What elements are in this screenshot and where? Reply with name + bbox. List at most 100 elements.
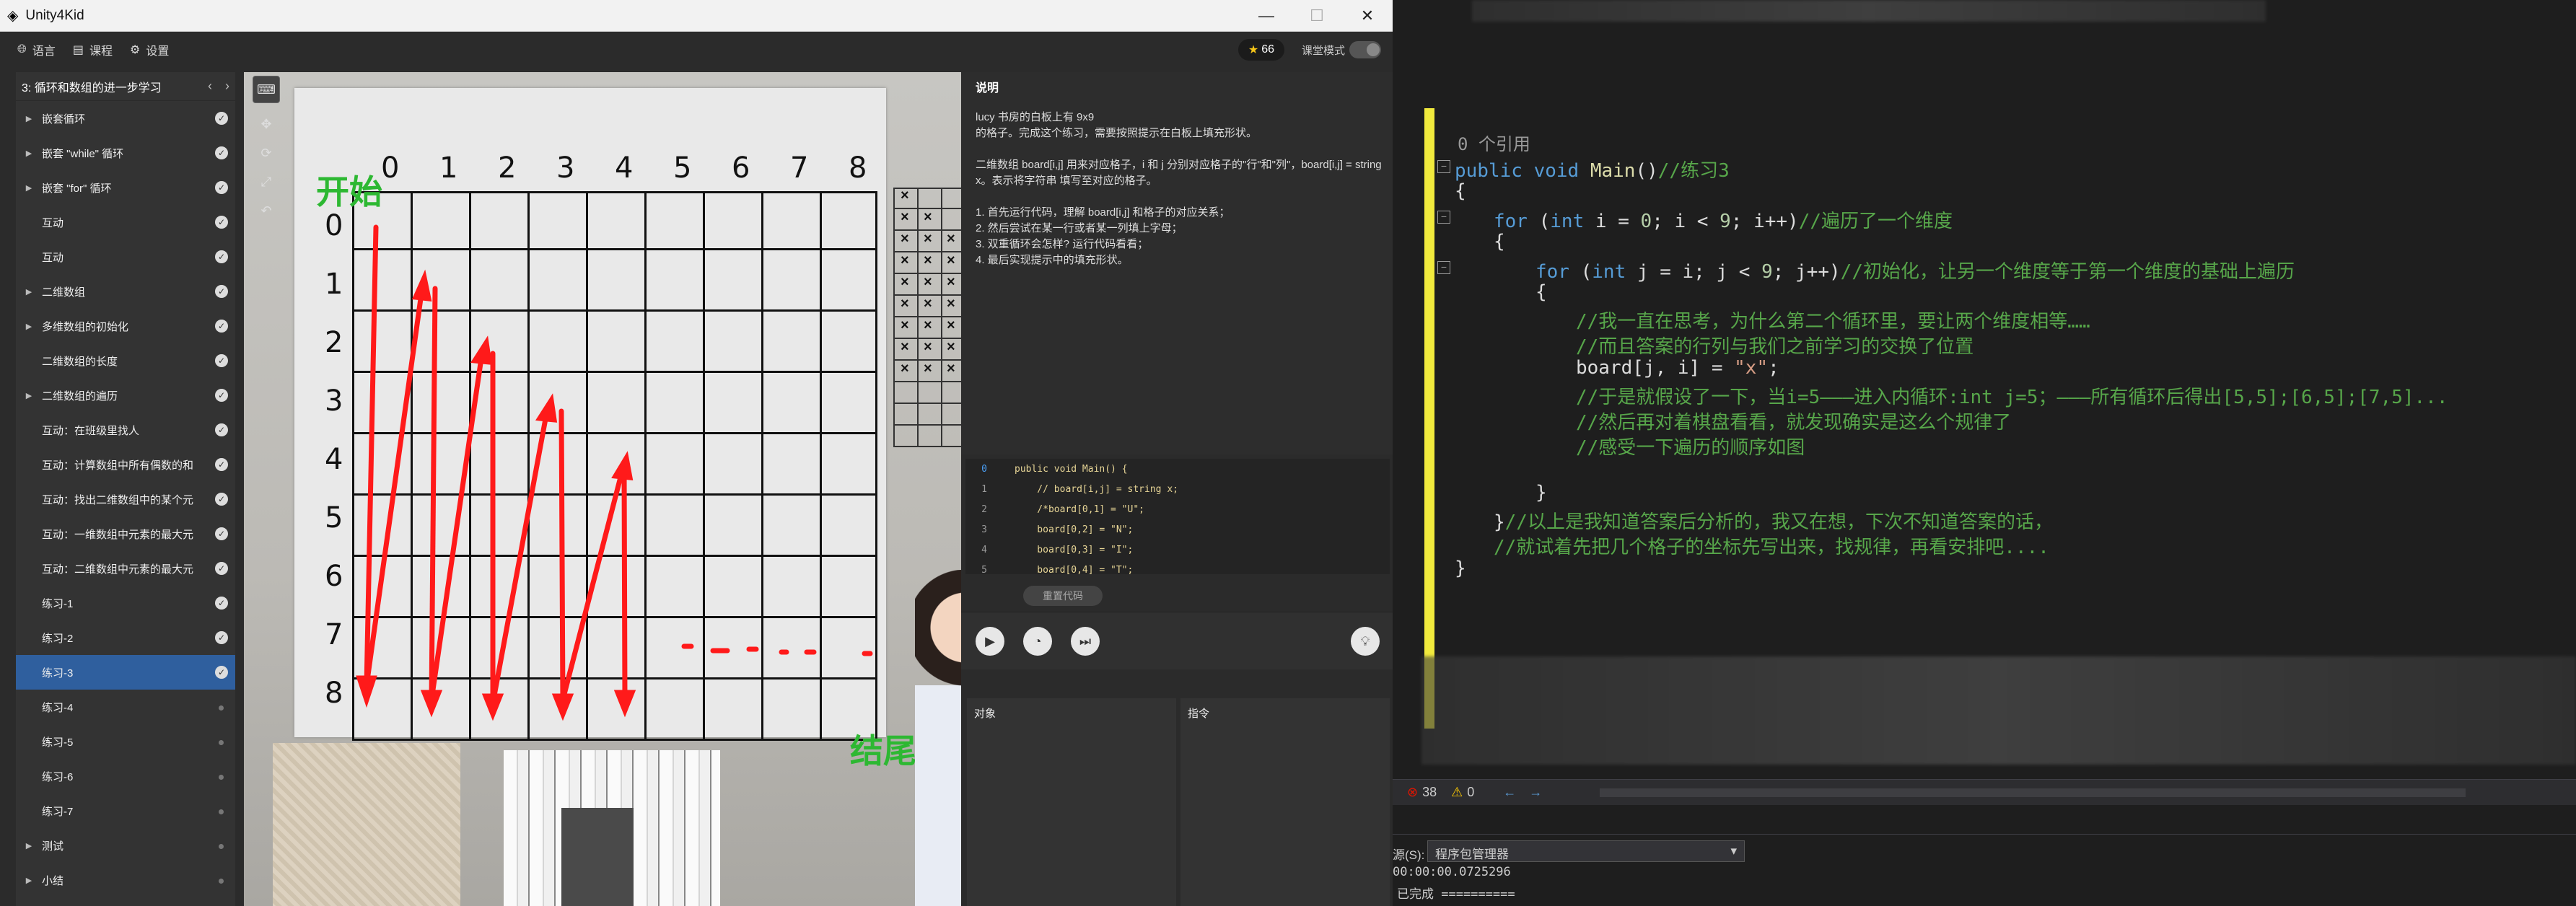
sidebar-item[interactable]: 互动：在班级里找人 ✓ bbox=[16, 413, 235, 447]
prev-chapter-icon[interactable]: ‹ bbox=[208, 79, 212, 94]
code-line-13[interactable]: } bbox=[1535, 482, 1547, 506]
keyboard-icon[interactable]: ⌨ bbox=[253, 76, 280, 103]
title-bar: ◈ Unity4Kid — ☐ ✕ bbox=[0, 0, 1393, 32]
code-line-15[interactable]: //就试着先把几个格子的坐标先写出来，找规律，再看安排吧.... bbox=[1494, 532, 2049, 558]
class-mode-label: 课堂模式 bbox=[1301, 45, 1345, 57]
output-done: 已完成 ========== bbox=[1397, 887, 1515, 902]
sidebar-item[interactable]: 练习-2 ✓ bbox=[16, 620, 235, 655]
sidebar-item[interactable]: 二维数组的长度 ✓ bbox=[16, 343, 235, 378]
sidebar-item[interactable]: ▶ 测试 bbox=[16, 828, 235, 863]
output-time: 00:00:00.0725296 bbox=[1393, 865, 1511, 879]
code-line-2[interactable]: { bbox=[1455, 180, 1466, 205]
sidebar-item[interactable]: 互动：计算数组中所有偶数的和 ✓ bbox=[16, 447, 235, 482]
rotate-icon[interactable]: ⟳ bbox=[253, 139, 280, 167]
complete-check-icon: ✓ bbox=[215, 423, 228, 436]
code-line[interactable]: 1 // board[i,j] = string x; bbox=[965, 479, 1390, 499]
complete-check-icon: ✓ bbox=[215, 389, 228, 402]
sidebar-item[interactable]: 练习-4 bbox=[16, 690, 235, 724]
code-line-16[interactable]: } bbox=[1455, 558, 1466, 582]
source-dropdown[interactable]: 程序包管理器 ▾ bbox=[1427, 840, 1745, 862]
code-line-3[interactable]: for (int i = 0; i < 9; i++)//遍历了一个维度 bbox=[1494, 206, 1953, 232]
unity-logo-icon: ◈ bbox=[7, 8, 19, 24]
sidebar-item[interactable]: ▶ 二维数组 ✓ bbox=[16, 274, 235, 309]
code-text: /*board[0,1] = "U"; bbox=[1015, 503, 1145, 515]
code-line-8[interactable]: //而且答案的行列与我们之前学习的交换了位置 bbox=[1576, 332, 1973, 358]
arrowhead bbox=[470, 335, 493, 365]
play-button[interactable]: ▶ bbox=[976, 627, 1004, 656]
sidebar-item[interactable]: 练习-3 ✓ bbox=[16, 655, 235, 690]
sidebar-item[interactable]: ▶ 小结 bbox=[16, 863, 235, 897]
sidebar-item[interactable]: 练习-5 bbox=[16, 724, 235, 759]
sidebar-item-label: 练习-7 bbox=[42, 805, 74, 818]
incomplete-dot-icon bbox=[219, 740, 224, 745]
scale-icon[interactable]: ⤢ bbox=[253, 168, 280, 195]
minimize-button[interactable]: — bbox=[1241, 0, 1292, 32]
dark-box bbox=[561, 808, 634, 906]
sidebar-item[interactable]: ▶ 嵌套循环 ✓ bbox=[16, 101, 235, 136]
code-line-12[interactable]: //感受一下遍历的顺序如图 bbox=[1576, 433, 1805, 459]
sidebar-item-label: 练习-4 bbox=[42, 701, 74, 714]
hint-button[interactable]: 💡︎ bbox=[1351, 627, 1380, 656]
step-button[interactable]: ◔ bbox=[1023, 627, 1052, 656]
expand-arrow-icon: ▶ bbox=[25, 391, 32, 400]
sidebar-item[interactable]: 练习-1 ✓ bbox=[16, 586, 235, 620]
code-line-9[interactable]: board[j, i] = "x"; bbox=[1576, 357, 1779, 382]
next-chapter-icon[interactable]: › bbox=[225, 79, 229, 94]
lucy-character bbox=[915, 570, 961, 906]
sidebar-item[interactable]: 练习-7 bbox=[16, 793, 235, 828]
chevron-down-icon: ▾ bbox=[1730, 844, 1737, 858]
sidebar-item[interactable]: ▶ 嵌套 "while" 循环 ✓ bbox=[16, 136, 235, 170]
sidebar-item[interactable]: 互动：二维数组中元素的最大元 ✓ bbox=[16, 551, 235, 586]
course-menu[interactable]: ▤ 课程 bbox=[73, 41, 113, 58]
fold-toggle[interactable]: − bbox=[1437, 211, 1450, 224]
sidebar-item[interactable]: 互动：找出二维数组中的某个元 ✓ bbox=[16, 482, 235, 516]
code-editor[interactable]: 0 public void Main() {1 // board[i,j] = s… bbox=[965, 459, 1390, 574]
undo-icon[interactable]: ↶ bbox=[253, 197, 280, 224]
class-mode-toggle[interactable] bbox=[1349, 41, 1381, 58]
warning-icon: ⚠ bbox=[1451, 785, 1463, 799]
code-line[interactable]: 3 board[0,2] = "N"; bbox=[965, 519, 1390, 540]
code-line[interactable]: 4 board[0,3] = "I"; bbox=[965, 540, 1390, 560]
sidebar-item-label: 互动：找出二维数组中的某个元 bbox=[42, 493, 194, 506]
sidebar-item[interactable]: 互动 ✓ bbox=[16, 239, 235, 274]
incomplete-dot-icon bbox=[219, 879, 224, 884]
skip-button[interactable]: ⏭ bbox=[1071, 627, 1100, 656]
move-icon[interactable]: ✥ bbox=[253, 110, 280, 138]
sidebar-item[interactable]: ▶ 嵌套 "for" 循环 ✓ bbox=[16, 170, 235, 205]
fold-toggle[interactable]: − bbox=[1437, 160, 1450, 173]
code-line-1[interactable]: public void Main()//练习3 bbox=[1455, 156, 1730, 182]
warning-count[interactable]: 0 bbox=[1467, 785, 1474, 800]
fold-toggle[interactable]: − bbox=[1437, 261, 1450, 274]
maximize-button[interactable]: ☐ bbox=[1292, 0, 1342, 32]
reference-count[interactable]: 0 个引用 bbox=[1458, 130, 1530, 154]
code-line[interactable]: 0 public void Main() { bbox=[965, 459, 1390, 479]
code-line-11[interactable]: //然后再对着棋盘看看，就发现确实是这么个规律了 bbox=[1576, 408, 2011, 434]
code-line-6[interactable]: { bbox=[1535, 281, 1547, 306]
code-line-7[interactable]: //我一直在思考，为什么第二个循环里，要让两个维度相等…… bbox=[1576, 307, 2090, 333]
arrowhead bbox=[613, 690, 636, 718]
error-count[interactable]: 38 bbox=[1422, 785, 1437, 800]
nav-forward-icon[interactable]: → bbox=[1529, 785, 1542, 800]
settings-menu[interactable]: ⚙ 设置 bbox=[130, 41, 169, 58]
line-number: 5 bbox=[981, 564, 987, 575]
complete-check-icon: ✓ bbox=[215, 146, 228, 159]
nav-back-icon[interactable]: ← bbox=[1503, 785, 1516, 800]
sidebar-item[interactable]: 练习-6 bbox=[16, 759, 235, 793]
sidebar-item[interactable]: 互动：一维数组中元素的最大元 ✓ bbox=[16, 516, 235, 551]
code-line[interactable]: 2 /*board[0,1] = "U"; bbox=[965, 499, 1390, 519]
code-line-5[interactable]: for (int j = i; j < 9; j++)//初始化，让另一个维度等… bbox=[1535, 257, 2295, 283]
horizontal-scrollbar[interactable] bbox=[1600, 788, 2466, 797]
language-menu[interactable]: 🌐︎ 语言 bbox=[17, 41, 56, 58]
code-line[interactable]: 5 board[0,4] = "T"; bbox=[965, 560, 1390, 575]
sidebar-item[interactable]: 互动 ✓ bbox=[16, 205, 235, 239]
code-line-10[interactable]: //于是就假设了一下，当i=5———进入内循环:int j=5；———所有循环后… bbox=[1576, 382, 2448, 408]
reset-code-button[interactable]: 重置代码 bbox=[1023, 586, 1103, 606]
sidebar-item[interactable]: ▶ 二维数组的遍历 ✓ bbox=[16, 378, 235, 413]
code-line-14[interactable]: }//以上是我知道答案后分析的，我又在想，下次不知道答案的话， bbox=[1494, 507, 2053, 533]
complete-check-icon: ✓ bbox=[215, 458, 228, 471]
source-value: 程序包管理器 bbox=[1435, 848, 1509, 861]
close-button[interactable]: ✕ bbox=[1342, 0, 1393, 32]
sidebar-item[interactable]: ▶ 多维数组的初始化 ✓ bbox=[16, 309, 235, 343]
code-line-4[interactable]: { bbox=[1494, 231, 1505, 255]
line-number: 4 bbox=[981, 544, 987, 555]
